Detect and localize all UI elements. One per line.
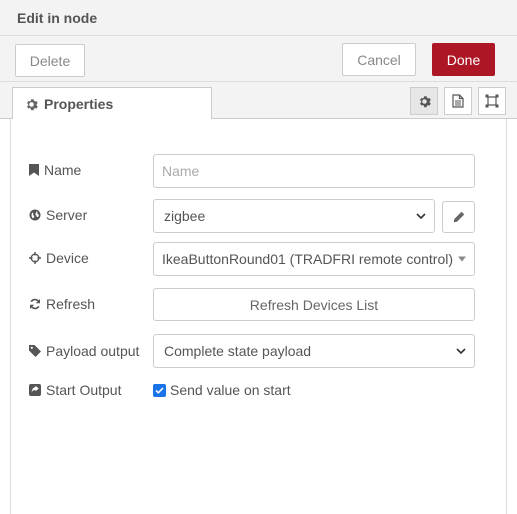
chevron-down-icon	[416, 213, 426, 219]
delete-button[interactable]: Delete	[15, 44, 85, 77]
server-label: Server	[46, 207, 88, 223]
settings-tab-button[interactable]	[410, 87, 438, 115]
tab-properties[interactable]: Properties	[12, 87, 212, 120]
name-label-row: Name	[29, 162, 81, 178]
server-value: zigbee	[164, 208, 206, 224]
crosshairs-icon	[29, 252, 41, 264]
gear-icon	[27, 98, 38, 110]
tab-properties-label: Properties	[44, 96, 114, 112]
refresh-devices-button[interactable]: Refresh Devices List	[153, 288, 475, 321]
payload-label-row: Payload output	[29, 343, 139, 359]
chevron-down-icon	[456, 348, 466, 354]
panel-border	[10, 119, 11, 514]
tabs-row: Properties	[0, 82, 517, 120]
gear-icon	[419, 95, 431, 107]
send-on-start-checkbox[interactable]	[153, 383, 166, 397]
start-output-label: Start Output	[46, 382, 122, 398]
pencil-icon	[453, 211, 464, 223]
server-edit-button[interactable]	[442, 201, 475, 233]
payload-label: Payload output	[46, 343, 140, 359]
name-label: Name	[44, 162, 82, 178]
refresh-icon	[30, 298, 40, 310]
device-label: Device	[46, 250, 89, 266]
server-label-row: Server	[29, 207, 87, 223]
device-select[interactable]: IkeaButtonRound01 (TRADFRI remote contro…	[153, 242, 475, 276]
server-select[interactable]: zigbee	[153, 199, 435, 233]
tray-header: Edit in node	[0, 0, 517, 36]
name-field[interactable]	[153, 154, 475, 188]
tray-title: Edit in node	[17, 10, 98, 26]
caret-down-icon	[458, 256, 466, 262]
frame-icon	[485, 94, 499, 108]
globe-icon	[29, 209, 41, 221]
checkmark-icon	[155, 386, 164, 394]
cancel-button[interactable]: Cancel	[342, 43, 416, 76]
tag-icon	[29, 345, 41, 357]
done-button[interactable]: Done	[432, 43, 495, 76]
refresh-label-row: Refresh	[29, 296, 95, 312]
description-tab-button[interactable]	[444, 87, 472, 115]
device-label-row: Device	[29, 250, 89, 266]
appearance-tab-button[interactable]	[478, 87, 506, 115]
name-input[interactable]	[154, 155, 474, 187]
bookmark-icon	[29, 164, 39, 176]
share-square-icon	[29, 384, 41, 396]
send-on-start-label: Send value on start	[170, 382, 291, 398]
document-icon	[452, 94, 464, 108]
toolbar: Delete Cancel Done	[0, 36, 517, 82]
start-output-label-row: Start Output	[29, 382, 121, 398]
panel-border	[506, 119, 507, 514]
payload-value: Complete state payload	[164, 343, 312, 359]
send-on-start-checkbox-row[interactable]: Send value on start	[153, 382, 291, 398]
refresh-label: Refresh	[46, 296, 96, 312]
device-value: IkeaButtonRound01 (TRADFRI remote contro…	[162, 251, 454, 267]
payload-select[interactable]: Complete state payload	[153, 334, 475, 368]
